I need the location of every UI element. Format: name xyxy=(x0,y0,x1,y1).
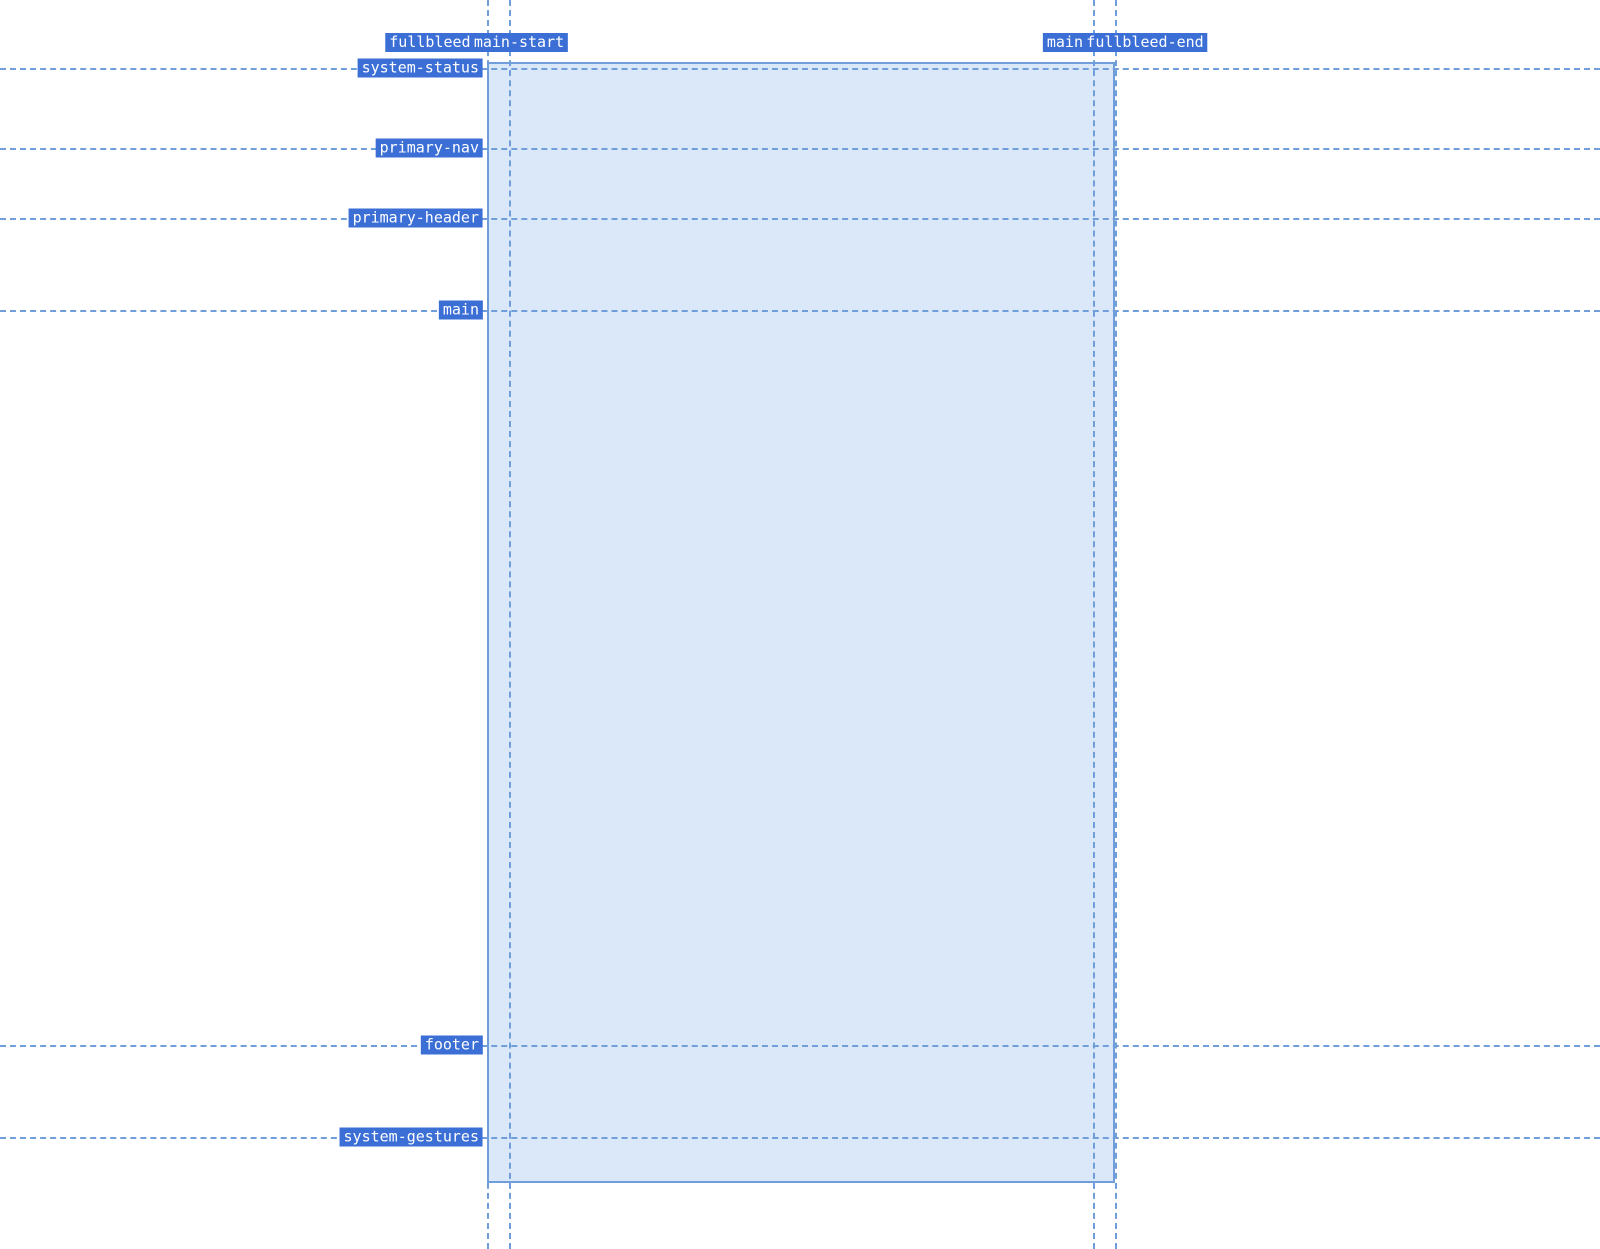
label-row-primary-header: primary-header xyxy=(349,209,483,228)
label-col-main-start: main-start xyxy=(470,33,568,52)
guide-row-primary-header xyxy=(0,218,1600,220)
device-frame xyxy=(487,62,1115,1183)
guide-col-fullbleed-start xyxy=(487,0,489,1249)
label-row-footer: footer xyxy=(421,1036,483,1055)
guide-row-system-status xyxy=(0,68,1600,70)
guide-row-footer xyxy=(0,1045,1600,1047)
guide-row-primary-nav xyxy=(0,148,1600,150)
guide-row-main xyxy=(0,310,1600,312)
guide-col-main-end xyxy=(1093,0,1095,1249)
grid-diagram: fullbleed-start main-start main-end full… xyxy=(0,0,1600,1249)
label-row-system-gestures: system-gestures xyxy=(340,1128,483,1147)
label-row-primary-nav: primary-nav xyxy=(376,139,483,158)
guide-row-system-gestures xyxy=(0,1137,1600,1139)
label-row-main: main xyxy=(439,301,483,320)
guide-col-main-start xyxy=(509,0,511,1249)
label-col-fullbleed-end: fullbleed-end xyxy=(1082,33,1207,52)
guide-col-fullbleed-end xyxy=(1115,0,1117,1249)
label-row-system-status: system-status xyxy=(358,59,483,78)
